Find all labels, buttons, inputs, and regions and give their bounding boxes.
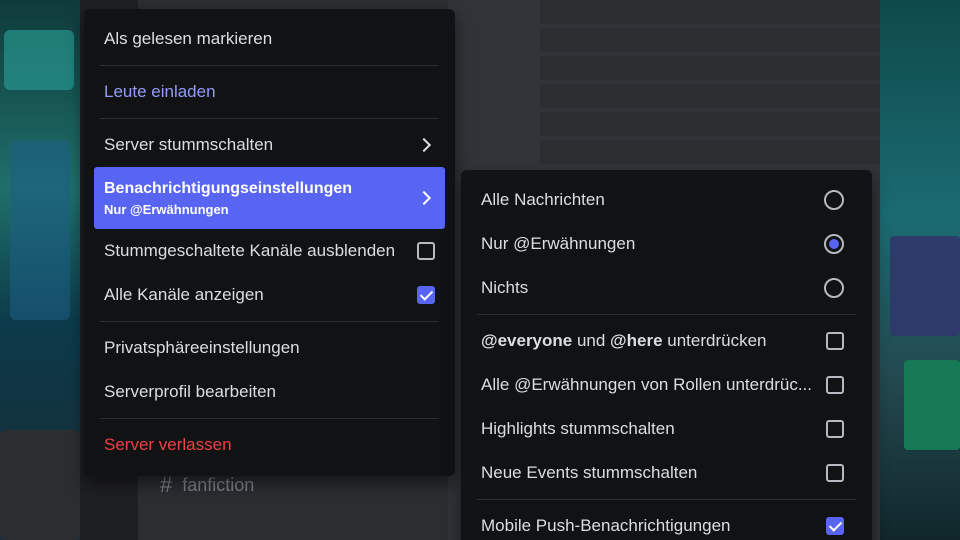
background-image-block <box>0 430 80 540</box>
menu-item-sublabel: Nur @Erwähnungen <box>104 201 229 217</box>
only-mentions-radio[interactable] <box>824 234 844 254</box>
menu-item-label: Server verlassen <box>104 435 232 454</box>
mute-highlights-option[interactable]: Highlights stummschalten <box>471 407 862 451</box>
suppress-role-mentions-option[interactable]: Alle @Erwähnungen von Rollen unterdrüc..… <box>471 363 862 407</box>
option-label: Mobile Push-Benachrichtigungen <box>481 516 731 535</box>
background-image-block <box>890 236 960 336</box>
menu-item-label: Als gelesen markieren <box>104 29 273 48</box>
mute-server-item[interactable]: Server stummschalten <box>94 123 445 167</box>
mark-as-read-item[interactable]: Als gelesen markieren <box>94 17 445 61</box>
channel-label: fanfiction <box>182 474 255 495</box>
option-label-rest: unterdrücken <box>662 331 767 350</box>
chevron-right-icon <box>416 190 432 206</box>
option-label: Highlights stummschalten <box>481 419 675 438</box>
message-row <box>540 0 880 24</box>
only-mentions-option[interactable]: Nur @Erwähnungen <box>471 222 862 266</box>
hide-muted-channels-item[interactable]: Stummgeschaltete Kanäle ausblenden <box>94 229 445 273</box>
suppress-everyone-option[interactable]: @everyone und @here unterdrücken <box>471 319 862 363</box>
menu-item-label: Privatsphäreeinstellungen <box>104 338 300 357</box>
mute-highlights-checkbox[interactable] <box>826 420 844 438</box>
mobile-push-option[interactable]: Mobile Push-Benachrichtigungen <box>471 504 862 540</box>
nothing-radio[interactable] <box>824 278 844 298</box>
background-right-panel <box>880 0 960 540</box>
menu-divider <box>100 118 439 119</box>
notification-settings-item[interactable]: Benachrichtigungseinstellungen Nur @Erwä… <box>94 167 445 229</box>
nothing-option[interactable]: Nichts <box>471 266 862 310</box>
message-row <box>540 56 880 80</box>
menu-divider <box>100 65 439 66</box>
option-label: @everyone und @here unterdrücken <box>481 331 767 351</box>
here-mention: @here <box>610 331 663 350</box>
suppress-role-mentions-checkbox[interactable] <box>826 376 844 394</box>
hide-muted-channels-checkbox[interactable] <box>417 242 435 260</box>
menu-divider <box>100 321 439 322</box>
option-label: Neue Events stummschalten <box>481 463 698 482</box>
show-all-channels-checkbox[interactable] <box>417 286 435 304</box>
menu-divider <box>100 418 439 419</box>
everyone-mention: @everyone <box>481 331 573 350</box>
menu-item-label: Leute einladen <box>104 82 216 101</box>
message-row <box>540 112 880 136</box>
menu-item-label: Serverprofil bearbeiten <box>104 382 276 401</box>
option-label: Alle @Erwähnungen von Rollen unterdrüc..… <box>481 375 813 394</box>
invite-people-item[interactable]: Leute einladen <box>94 70 445 114</box>
menu-item-label: Stummgeschaltete Kanäle ausblenden <box>104 241 396 260</box>
message-row <box>540 140 880 164</box>
all-messages-radio[interactable] <box>824 190 844 210</box>
menu-divider <box>477 314 856 315</box>
option-label: Nichts <box>481 278 529 297</box>
menu-divider <box>477 499 856 500</box>
background-image-block <box>904 360 960 450</box>
menu-item-label: Benachrichtigungseinstellungen <box>104 179 353 197</box>
menu-item-label: Server stummschalten <box>104 135 274 154</box>
menu-item-label: Alle Kanäle anzeigen <box>104 285 264 304</box>
edit-server-profile-item[interactable]: Serverprofil bearbeiten <box>94 370 445 414</box>
mute-new-events-option[interactable]: Neue Events stummschalten <box>471 451 862 495</box>
server-context-menu: Als gelesen markieren Leute einladen Ser… <box>84 9 455 476</box>
message-row <box>540 84 880 108</box>
option-label-conj: und <box>572 331 611 350</box>
background-left-panel <box>0 0 80 540</box>
suppress-everyone-checkbox[interactable] <box>826 332 844 350</box>
background-image-block <box>4 30 74 90</box>
chevron-right-icon <box>416 137 432 153</box>
leave-server-item[interactable]: Server verlassen <box>94 423 445 467</box>
message-row <box>540 28 880 52</box>
all-messages-option[interactable]: Alle Nachrichten <box>471 178 862 222</box>
option-label: Alle Nachrichten <box>481 190 605 209</box>
background-image-block <box>10 140 70 320</box>
notification-submenu: Alle Nachrichten Nur @Erwähnungen Nichts… <box>461 170 872 540</box>
mute-new-events-checkbox[interactable] <box>826 464 844 482</box>
privacy-settings-item[interactable]: Privatsphäreeinstellungen <box>94 326 445 370</box>
mobile-push-checkbox[interactable] <box>826 517 844 535</box>
option-label: Nur @Erwähnungen <box>481 234 636 253</box>
show-all-channels-item[interactable]: Alle Kanäle anzeigen <box>94 273 445 317</box>
